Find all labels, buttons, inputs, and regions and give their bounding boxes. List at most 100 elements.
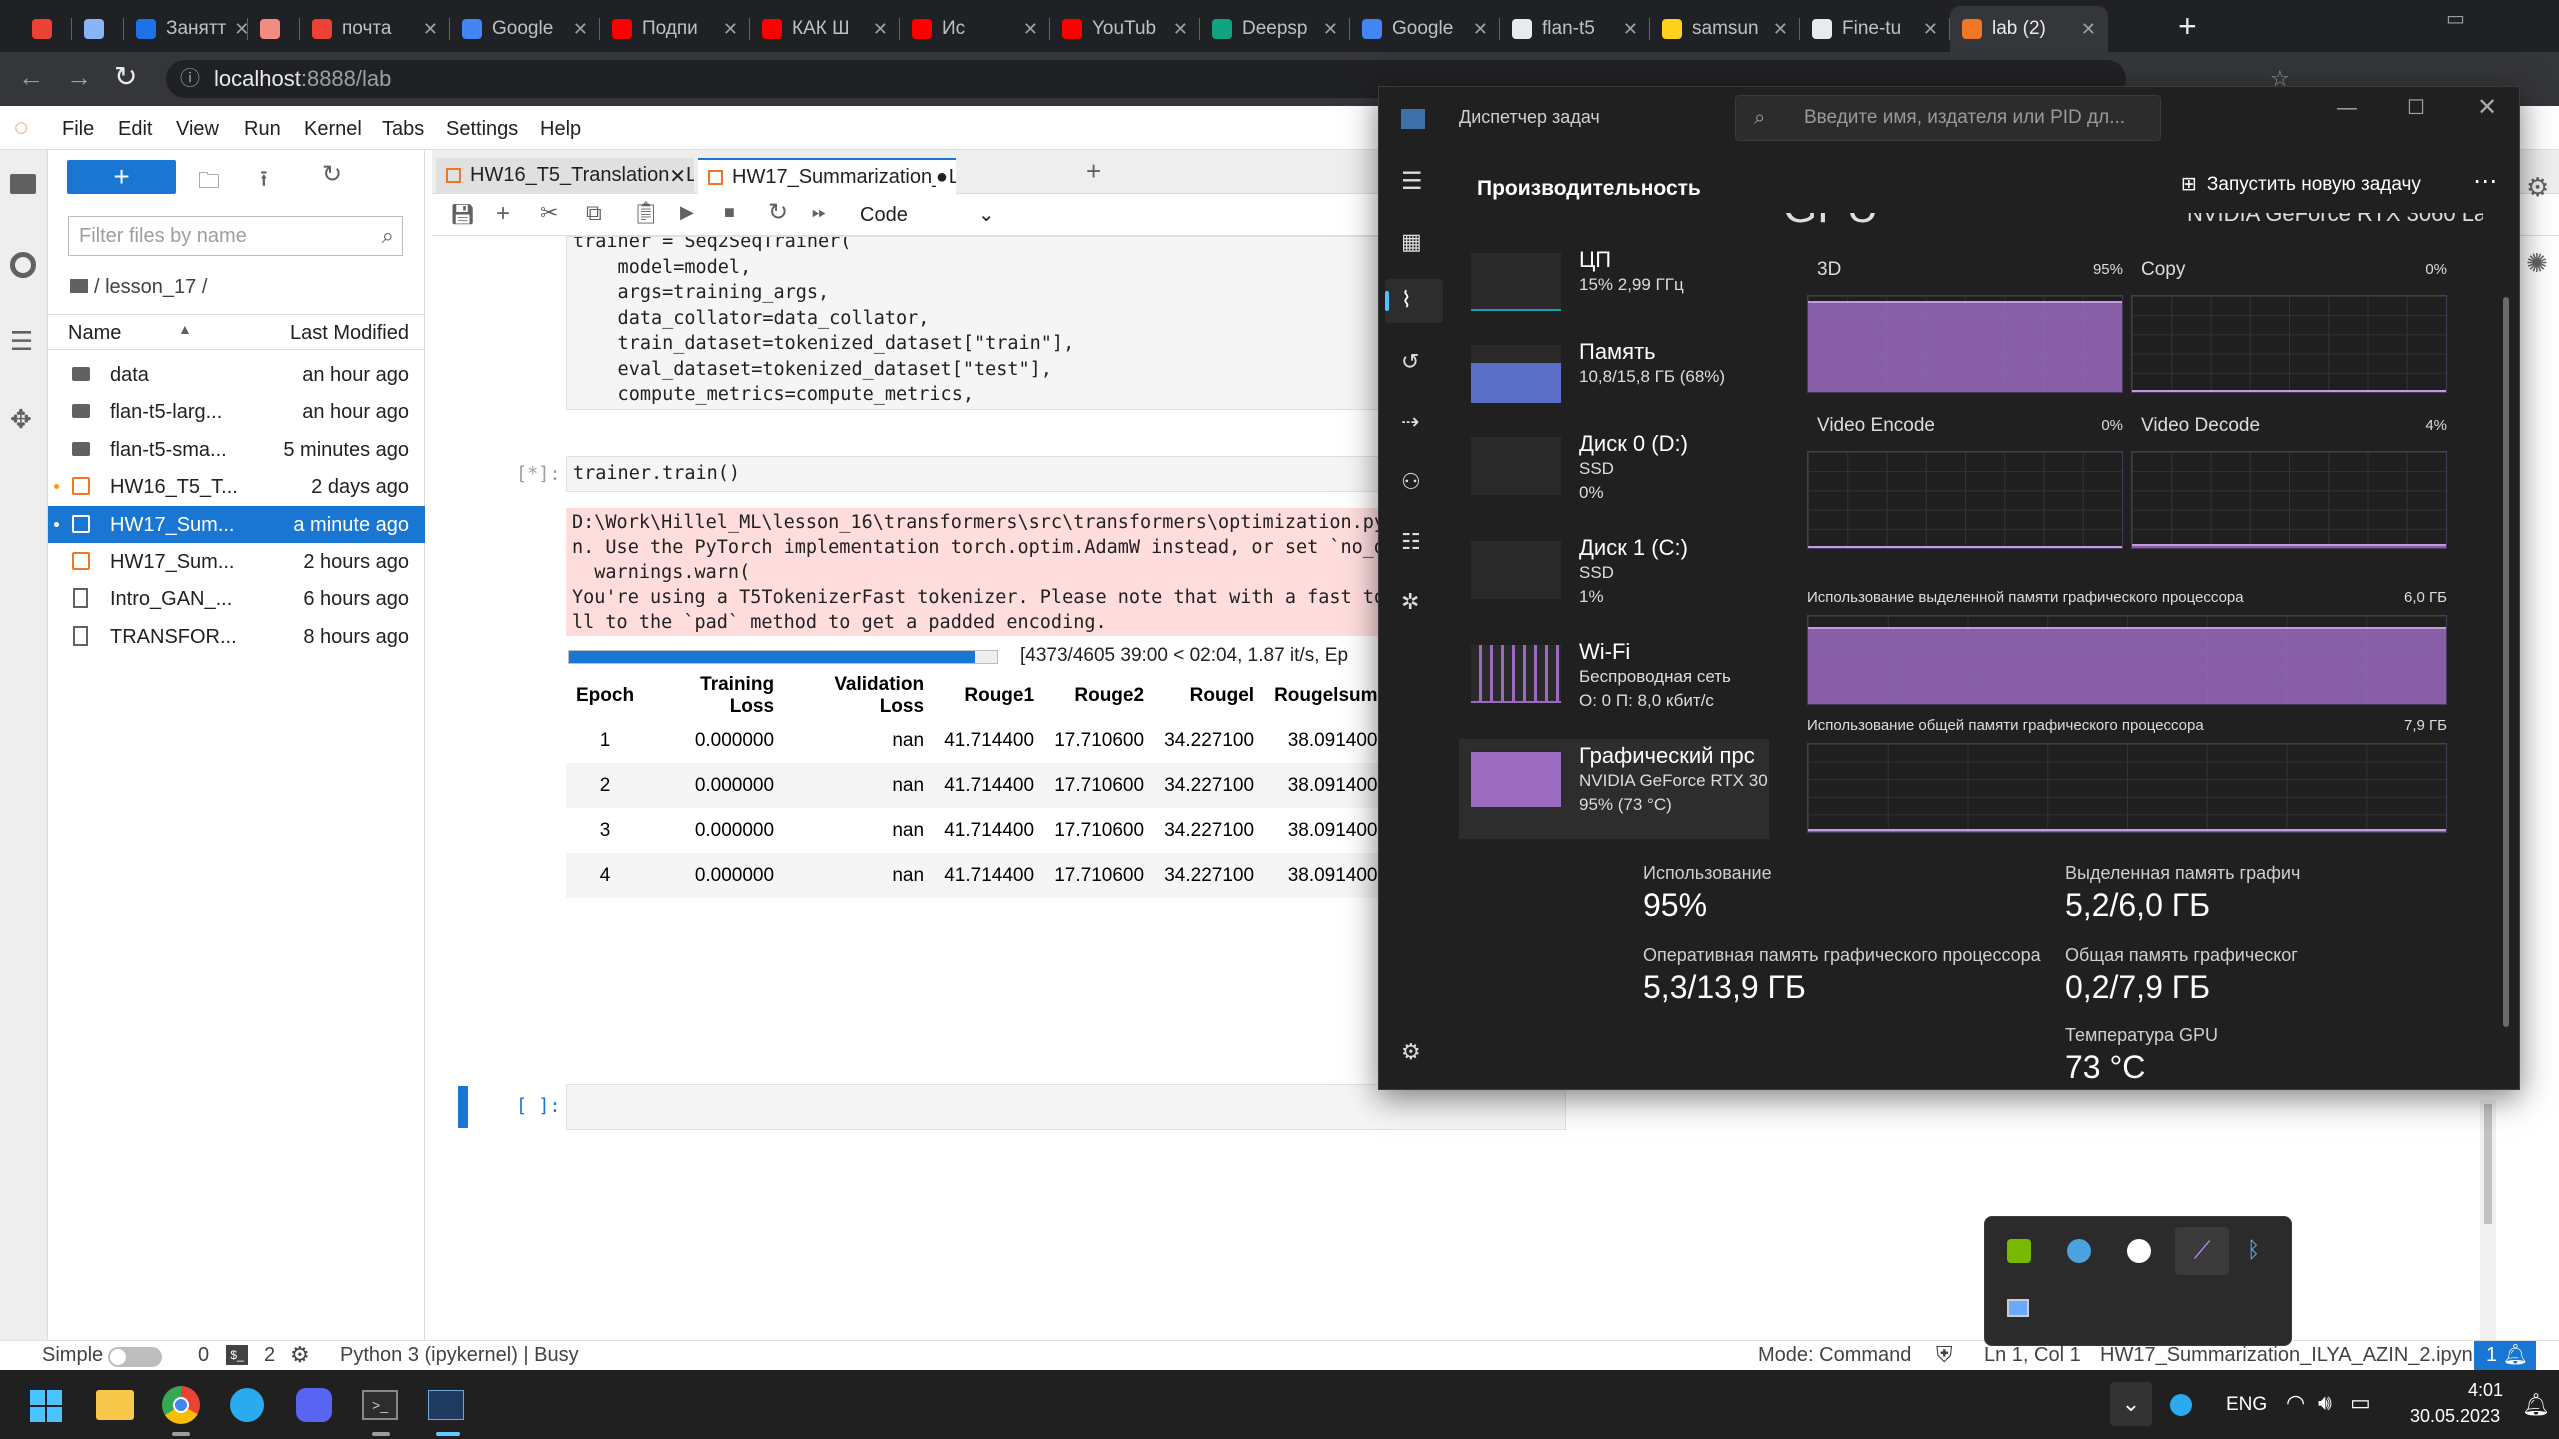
browser-tab[interactable]: lab (2) ✕ (1950, 6, 2108, 52)
tab-close-icon[interactable]: ✕ (565, 19, 588, 40)
services-icon[interactable]: ✲ (1401, 589, 1419, 615)
restart-icon[interactable]: ↻ (768, 198, 788, 227)
run-icon[interactable]: ▶ (680, 202, 694, 223)
chrome-icon[interactable] (162, 1386, 200, 1424)
file-list-item[interactable]: HW16_T5_T... 2 days ago (48, 468, 425, 505)
tab-close-icon[interactable]: ✕ (1015, 19, 1038, 40)
settings-icon[interactable]: ⚙ (2526, 172, 2549, 203)
performance-nav-item[interactable]: ⌇ (1385, 279, 1443, 323)
notebook-tab[interactable]: HW16_T5_Translation_ILYA_A✕ (436, 158, 694, 194)
unsaved-dot-icon[interactable]: ● (935, 166, 948, 189)
wifi-icon[interactable]: ◠ (2286, 1390, 2305, 1416)
process-search-input[interactable]: ⌕ Введите имя, издателя или PID дл... (1735, 95, 2161, 141)
file-explorer-icon[interactable] (96, 1390, 134, 1420)
sort-ascending-icon[interactable]: ▲ (178, 321, 192, 337)
language-indicator[interactable]: ENG (2226, 1394, 2267, 1416)
app-history-icon[interactable]: ↺ (1401, 349, 1419, 375)
details-icon[interactable]: ☷ (1401, 529, 1421, 555)
perf-list-item[interactable]: Диск 1 (C:) SSD 1% (1459, 531, 1769, 631)
back-icon[interactable]: ← (18, 62, 44, 93)
paste-icon[interactable]: 📋︎ (632, 200, 660, 226)
kernel-gear-icon[interactable]: ⚙ (290, 1342, 310, 1368)
browser-tab[interactable]: Google ✕ (450, 6, 600, 52)
browser-tab[interactable]: Подпи ✕ (600, 6, 750, 52)
perf-list-item[interactable]: Графический прс NVIDIA GeForce RTX 30 95% … (1459, 739, 1769, 839)
save-icon[interactable]: 💾︎ (450, 202, 475, 227)
modified-column-header[interactable]: Last Modified (290, 322, 409, 345)
hamburger-menu-icon[interactable]: ☰ (1401, 167, 1423, 196)
telegram-tray-icon[interactable] (2170, 1394, 2192, 1416)
tab-close-icon[interactable]: ✕ (865, 19, 888, 40)
add-tab-icon[interactable]: + (1086, 156, 1101, 187)
clock-date[interactable]: 30.05.2023 (2410, 1406, 2500, 1427)
cut-icon[interactable]: ✂ (540, 200, 558, 226)
new-launcher-button[interactable]: + (67, 160, 176, 194)
file-list-item[interactable]: TRANSFOR... 8 hours ago (48, 618, 425, 655)
file-list-item[interactable]: HW17_Sum... 2 hours ago (48, 543, 425, 580)
scrollbar[interactable] (2480, 1100, 2496, 1372)
perf-list-item[interactable]: Память 10,8/15,8 ГБ (68%) (1459, 335, 1769, 435)
volume-icon[interactable]: 🔊︎ (2318, 1390, 2332, 1416)
perf-list-item[interactable]: ЦП 15% 2,99 ГГц (1459, 243, 1769, 343)
perf-list-item[interactable]: Wi-Fi Беспроводная сеть О: 0 П: 8,0 кбит/с (1459, 635, 1769, 735)
nvidia-tray-icon[interactable] (2007, 1239, 2031, 1263)
browser-tab[interactable]: КАК Ш ✕ (750, 6, 900, 52)
empty-code-cell[interactable] (566, 1084, 1566, 1130)
menu-run[interactable]: Run (244, 118, 281, 141)
tab-close-icon[interactable]: ✕ (1165, 19, 1188, 40)
browser-tab[interactable] (248, 6, 300, 52)
tray-overflow-button[interactable]: ⌄ (2110, 1382, 2152, 1426)
run-new-task-button[interactable]: ⊞ Запустить новую задачу (2181, 173, 2421, 196)
browser-tab[interactable]: YouTub ✕ (1050, 6, 1200, 52)
tab-close-icon[interactable]: ✕ (226, 19, 248, 40)
maximize-button[interactable]: ☐ (2407, 95, 2425, 120)
startup-apps-icon[interactable]: ⇢ (1401, 409, 1419, 435)
new-tab-button[interactable]: + (2178, 8, 2197, 45)
breadcrumb[interactable]: / lesson_17 / (70, 276, 207, 299)
notebook-tab[interactable]: HW17_Summarization_ILYA_A● (698, 158, 956, 194)
display-tray-icon[interactable] (2007, 1299, 2029, 1317)
settings-icon[interactable]: ⚙ (1401, 1039, 1421, 1065)
browser-tab[interactable]: Deepsp ✕ (1200, 6, 1350, 52)
tab-close-icon[interactable]: ✕ (1765, 19, 1788, 40)
tab-close-icon[interactable]: ✕ (669, 164, 686, 189)
extension-icon[interactable]: ✥ (10, 404, 32, 435)
browser-tab[interactable]: Занятт ✕ (124, 6, 248, 52)
processes-nav-icon[interactable]: ▦ (1401, 229, 1422, 255)
forward-icon[interactable]: → (66, 62, 92, 93)
discord-icon[interactable] (296, 1388, 332, 1422)
filter-input[interactable]: Filter files by name ⌕ (68, 216, 403, 256)
clock-tray-icon[interactable] (2067, 1239, 2091, 1263)
file-list-item[interactable]: flan-t5-larg... an hour ago (48, 393, 425, 430)
file-list-item[interactable]: flan-t5-sma... 5 minutes ago (48, 431, 425, 468)
scrollbar-thumb[interactable] (2484, 1104, 2492, 1224)
battery-icon[interactable]: ▭ (2350, 1390, 2371, 1416)
more-options-icon[interactable]: ⋯ (2473, 167, 2497, 196)
browser-tab[interactable]: samsun ✕ (1650, 6, 1800, 52)
telegram-icon[interactable] (230, 1388, 264, 1422)
info-icon[interactable]: ⓘ (180, 60, 200, 98)
debugger-icon[interactable]: ✺ (2526, 248, 2548, 279)
copy-icon[interactable]: ⧉ (586, 200, 602, 226)
menu-view[interactable]: View (176, 118, 219, 141)
insert-cell-icon[interactable]: + (496, 200, 510, 228)
g-hub-tray-icon[interactable] (2127, 1239, 2151, 1263)
close-button[interactable]: ✕ (2477, 93, 2497, 122)
fast-forward-icon[interactable]: ⏩︎ (812, 202, 826, 223)
browser-tab[interactable] (72, 6, 124, 52)
browser-tab[interactable] (20, 6, 72, 52)
browser-tab[interactable]: Google ✕ (1350, 6, 1500, 52)
users-icon[interactable]: ⚇ (1401, 469, 1421, 495)
panel-scrollbar[interactable] (2503, 297, 2509, 1027)
trusted-icon[interactable]: ⛨ (1936, 1342, 1953, 1368)
toc-icon[interactable]: ☰ (10, 326, 33, 357)
folder-icon[interactable] (10, 174, 36, 194)
browser-tab[interactable]: почта ✕ (300, 6, 450, 52)
notification-icon[interactable]: 🔔︎ (2522, 1392, 2550, 1418)
terminal-icon[interactable]: $_ (226, 1345, 248, 1365)
file-list-item[interactable]: data an hour ago (48, 356, 425, 393)
clock-time[interactable]: 4:01 (2468, 1380, 2503, 1401)
perf-list-item[interactable]: Диск 0 (D:) SSD 0% (1459, 427, 1769, 527)
windows-start-icon[interactable] (30, 1390, 62, 1422)
upload-icon[interactable]: ⭱ (260, 162, 268, 200)
